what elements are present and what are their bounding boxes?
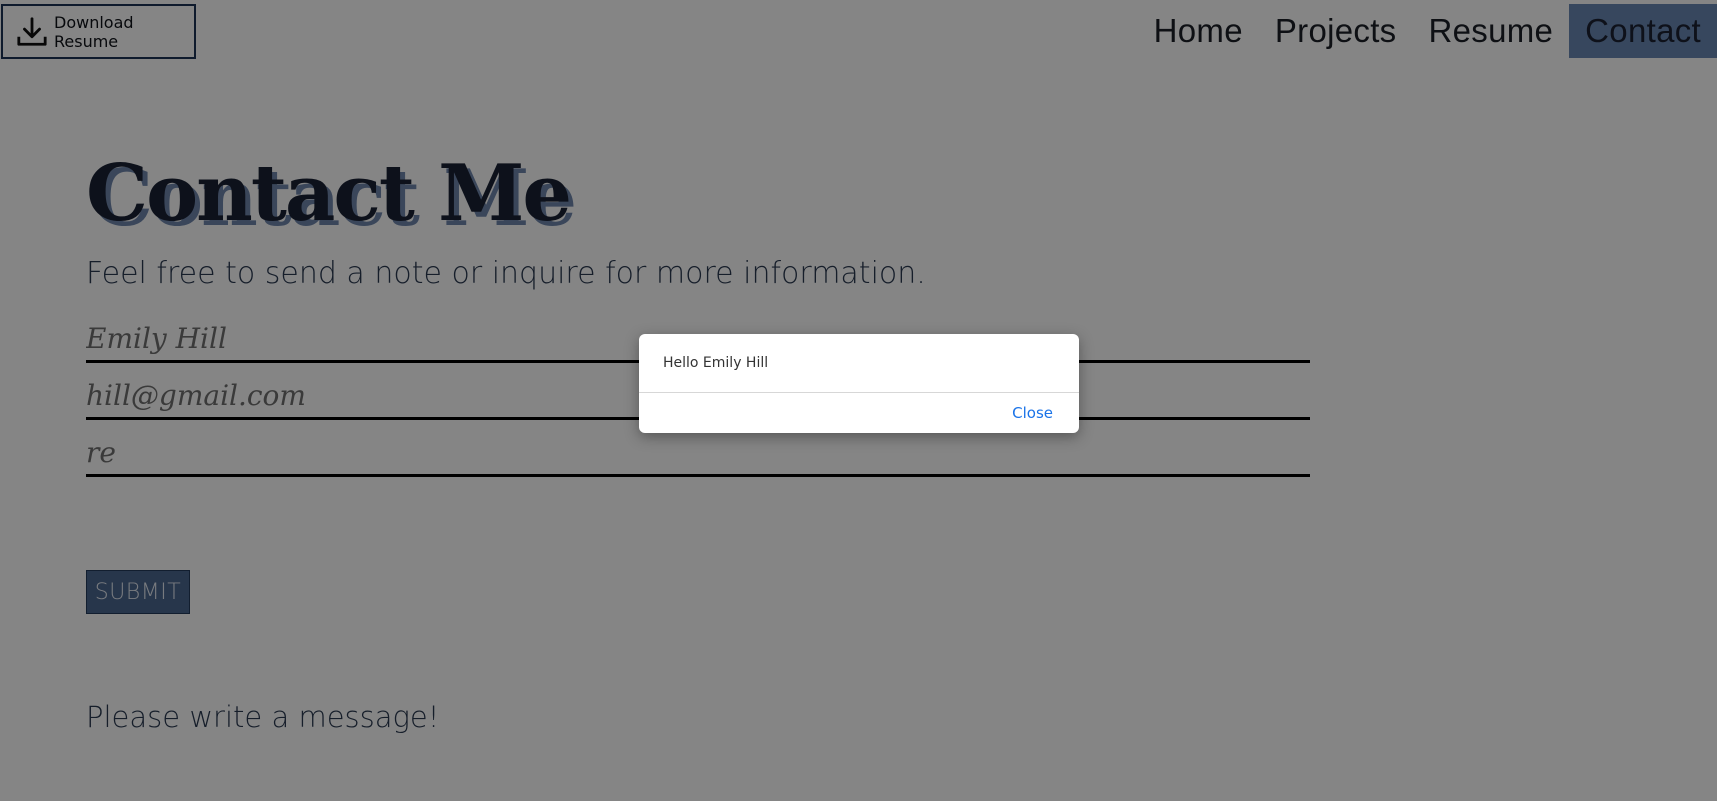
dialog-actions: Close <box>639 393 1079 433</box>
dialog-message: Hello Emily Hill <box>639 334 1079 393</box>
dialog-close-button[interactable]: Close <box>1012 404 1053 422</box>
alert-dialog: Hello Emily Hill Close <box>639 334 1079 433</box>
